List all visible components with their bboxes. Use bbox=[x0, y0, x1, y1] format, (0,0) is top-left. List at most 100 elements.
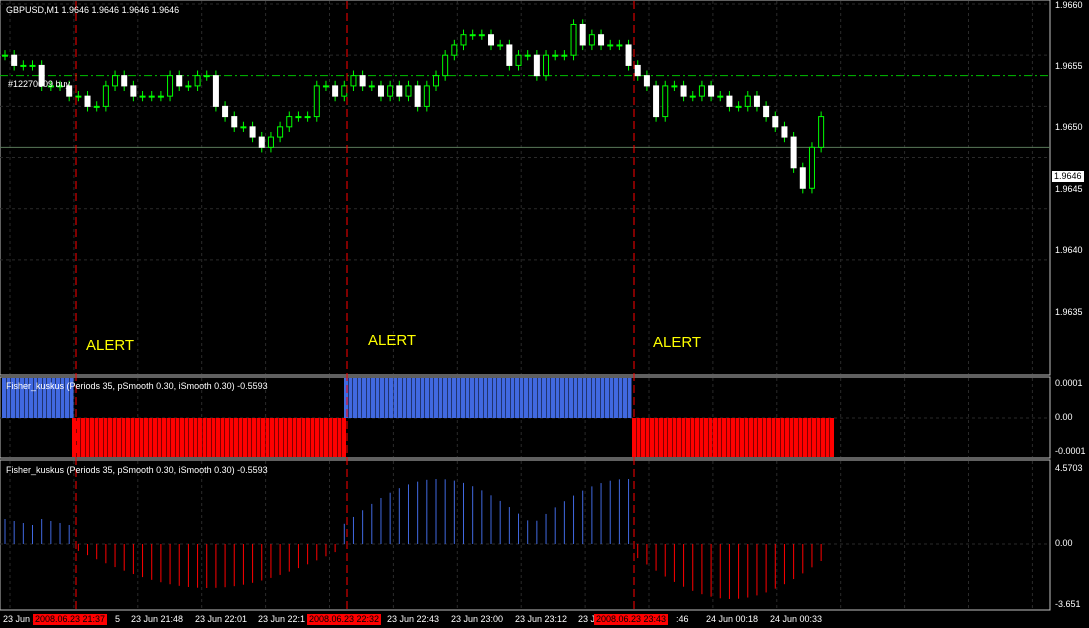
candle-body bbox=[634, 64, 641, 77]
indicator1-bar bbox=[288, 418, 292, 457]
indicator1-bar bbox=[184, 418, 189, 457]
indicator1-bar bbox=[456, 378, 461, 418]
candle-body bbox=[29, 64, 36, 67]
indicator1-bar bbox=[767, 418, 771, 457]
candle-body bbox=[698, 85, 705, 97]
indicator1-bar bbox=[438, 378, 443, 418]
indicator1-bar bbox=[247, 418, 252, 457]
indicator1-bar bbox=[112, 418, 117, 457]
indicator1-bar bbox=[798, 418, 803, 457]
candle-body bbox=[139, 95, 146, 98]
candle-body bbox=[20, 64, 27, 67]
indicator1-bar bbox=[717, 418, 722, 457]
indicator1-bar bbox=[256, 418, 261, 457]
candle-body bbox=[387, 85, 394, 97]
indicator1-bar bbox=[803, 418, 807, 457]
indicator1-bar bbox=[776, 418, 780, 457]
candle-body bbox=[598, 34, 605, 46]
alert-label-2: ALERT bbox=[368, 332, 417, 349]
indicator1-bar bbox=[429, 378, 434, 418]
trading-chart[interactable]: GBPUSD,M1 1.9646 1.9646 1.9646 1.9646 #1… bbox=[0, 0, 1089, 628]
indicator1-bar bbox=[560, 378, 564, 418]
indicator1-bar bbox=[252, 418, 256, 457]
indicator1-bar bbox=[90, 418, 94, 457]
indicator1-bar bbox=[650, 418, 654, 457]
indicator1-bar bbox=[488, 378, 492, 418]
indicator1-bar bbox=[812, 418, 816, 457]
candle-body bbox=[790, 136, 797, 169]
indicator1-bar bbox=[731, 418, 735, 457]
indicator1-bar bbox=[443, 378, 447, 418]
candle-body bbox=[808, 146, 815, 189]
candle-body bbox=[497, 44, 504, 47]
indicator1-bar bbox=[198, 418, 202, 457]
candle-body bbox=[680, 85, 687, 97]
indicator1-bar bbox=[578, 378, 582, 418]
indicator1-bar bbox=[220, 418, 225, 457]
candle-body bbox=[185, 85, 192, 88]
indicator1-bar bbox=[627, 378, 632, 418]
indicator1-axis-tick: -0.0001 bbox=[1055, 446, 1086, 456]
indicator1-bar bbox=[310, 418, 315, 457]
vline-time-marker: 2008.06.23 23:43 bbox=[594, 614, 669, 625]
chart-canvas[interactable] bbox=[0, 0, 1089, 628]
indicator1-bar bbox=[474, 378, 479, 418]
indicator1-bar bbox=[225, 418, 229, 457]
indicator1-bar bbox=[121, 418, 126, 457]
indicator1-bar bbox=[319, 418, 324, 457]
indicator1-bar bbox=[148, 418, 153, 457]
candle-body bbox=[653, 85, 660, 118]
indicator1-bar bbox=[785, 418, 789, 457]
indicator1-bar bbox=[366, 378, 371, 418]
indicator1-bar bbox=[94, 418, 99, 457]
candle-body bbox=[607, 44, 614, 47]
candle-body bbox=[515, 54, 522, 66]
indicator1-bar bbox=[821, 418, 825, 457]
indicator1-bar bbox=[81, 418, 85, 457]
indicator1-bar bbox=[393, 378, 398, 418]
time-tick: 23 Jun 23:00 bbox=[451, 614, 504, 624]
indicator1-bar bbox=[492, 378, 497, 418]
candle-body bbox=[753, 95, 760, 107]
indicator1-bar bbox=[452, 378, 456, 418]
candle-body bbox=[451, 44, 458, 56]
indicator1-bar bbox=[216, 418, 220, 457]
candle-body bbox=[616, 44, 623, 47]
indicator1-bar bbox=[551, 378, 555, 418]
chart-title: GBPUSD,M1 1.9646 1.9646 1.9646 1.9646 bbox=[6, 5, 180, 15]
candle-body bbox=[112, 75, 119, 87]
indicator1-bar bbox=[171, 418, 175, 457]
order-label[interactable]: #12270609 buy bbox=[8, 79, 70, 90]
indicator1-bar bbox=[297, 418, 301, 457]
indicator1-bar bbox=[771, 418, 776, 457]
candle-body bbox=[543, 54, 550, 77]
indicator1-bar bbox=[261, 418, 265, 457]
candle-body bbox=[396, 85, 403, 97]
candle-body bbox=[341, 85, 348, 97]
candle-body bbox=[735, 105, 742, 108]
indicator1-bar bbox=[243, 418, 247, 457]
indicator1-bar bbox=[425, 378, 429, 418]
indicator1-bar bbox=[708, 418, 713, 457]
indicator1-bar bbox=[157, 418, 162, 457]
indicator1-bar bbox=[130, 418, 135, 457]
indicator1-bar bbox=[180, 418, 184, 457]
candle-body bbox=[121, 75, 128, 87]
price-tick: 1.9645 bbox=[1055, 184, 1083, 194]
indicator1-bar bbox=[596, 378, 600, 418]
indicator1-bar bbox=[762, 418, 767, 457]
candle-body bbox=[671, 85, 678, 88]
indicator1-bar bbox=[726, 418, 731, 457]
indicator1-bar bbox=[342, 418, 346, 457]
indicator1-bar bbox=[753, 418, 758, 457]
time-tick: 24 Jun 00:18 bbox=[706, 614, 759, 624]
indicator1-bar bbox=[402, 378, 407, 418]
candle-body bbox=[781, 126, 788, 138]
indicator1-bar bbox=[758, 418, 762, 457]
current-price-box: 1.9646 bbox=[1052, 171, 1084, 182]
indicator1-bar bbox=[103, 418, 108, 457]
indicator1-bar bbox=[636, 418, 641, 457]
indicator1-bar bbox=[348, 378, 353, 418]
candle-body bbox=[552, 54, 559, 57]
candle-body bbox=[194, 75, 201, 87]
